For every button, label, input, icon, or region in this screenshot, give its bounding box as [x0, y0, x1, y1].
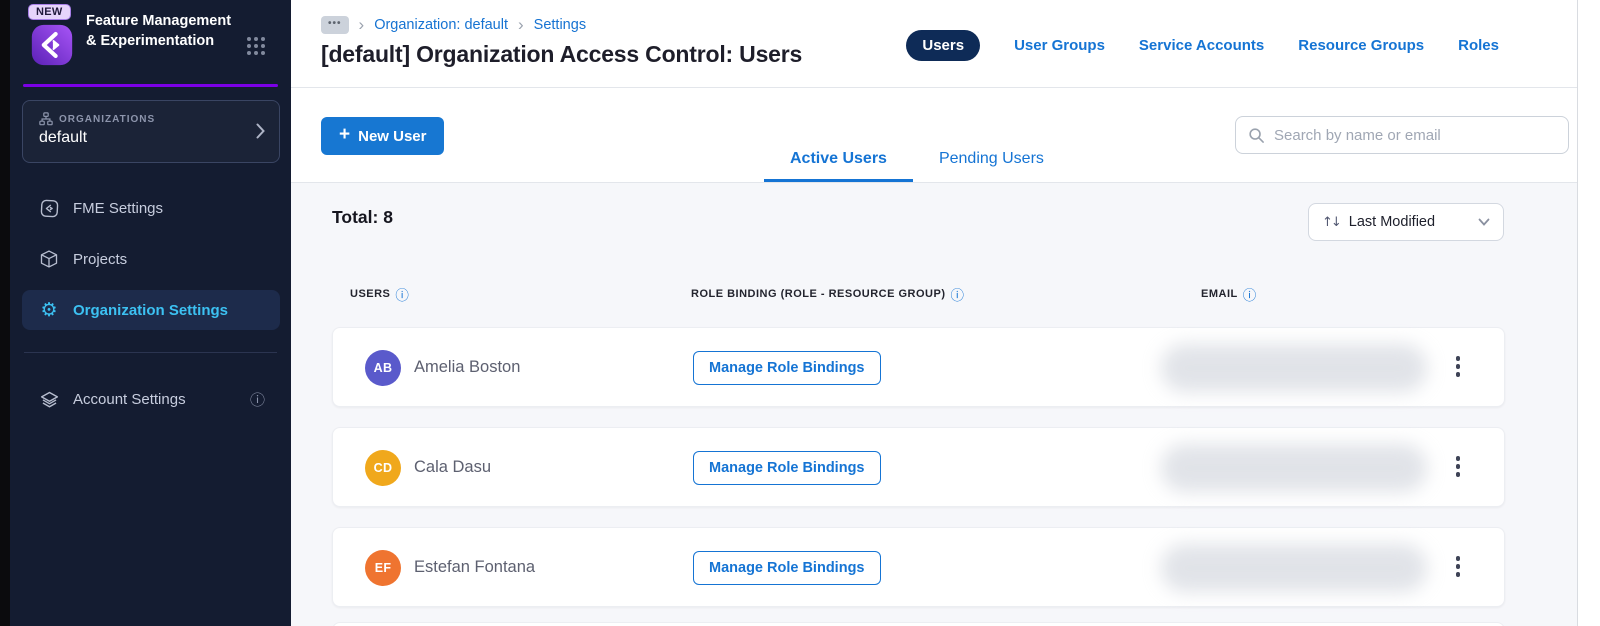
- chevron-separator-icon: ›: [518, 14, 524, 34]
- breadcrumb-link-organization[interactable]: Organization: default: [374, 17, 508, 33]
- column-header-role-binding: ROLE BINDING (ROLE - RESOURCE GROUP) ⓘ: [691, 284, 964, 304]
- app-switcher-grid-icon[interactable]: [247, 37, 265, 55]
- plus-icon: +: [339, 124, 351, 145]
- gear-icon: ⚙: [40, 298, 58, 321]
- sort-selected-value: Last Modified: [1348, 214, 1436, 230]
- sidebar-header: NEW Feature Management & Experimentation: [10, 0, 291, 84]
- sidebar-accent-divider: [23, 84, 278, 87]
- projects-cube-icon: [38, 249, 60, 269]
- tab-users[interactable]: Users: [906, 30, 981, 61]
- organizations-label: ORGANIZATIONS: [59, 113, 156, 125]
- app-window: NEW Feature Management & Experimentation: [0, 0, 1600, 626]
- chevron-right-icon: [256, 123, 265, 139]
- fme-settings-icon: [38, 198, 60, 219]
- organization-name: default: [39, 129, 88, 146]
- app-title: Feature Management & Experimentation: [86, 13, 232, 49]
- sidebar-item-account-settings[interactable]: Account Settings ⓘ: [10, 379, 291, 419]
- sidebar-item-projects[interactable]: Projects: [10, 239, 291, 279]
- page-title: [default] Organization Access Control: U…: [321, 41, 803, 67]
- app-logo-icon: [31, 24, 73, 66]
- chevron-down-icon: [1478, 218, 1490, 226]
- new-badge: NEW: [28, 4, 71, 20]
- sidebar: NEW Feature Management & Experimentation: [10, 0, 291, 626]
- user-name: Cala Dasu: [414, 458, 492, 476]
- sidebar-nav: FME Settings Projects ⚙ Organization Set…: [10, 188, 291, 419]
- tab-roles[interactable]: Roles: [1458, 37, 1499, 54]
- tab-user-groups[interactable]: User Groups: [1014, 37, 1105, 54]
- chevron-separator-icon: ›: [358, 14, 365, 34]
- tab-service-accounts[interactable]: Service Accounts: [1139, 37, 1264, 54]
- breadcrumb-ellipsis[interactable]: •••: [321, 16, 349, 34]
- search-icon: [1249, 127, 1264, 143]
- column-header-users: USERS ⓘ: [350, 284, 409, 304]
- sidebar-item-fme-settings[interactable]: FME Settings: [10, 188, 291, 228]
- sidebar-item-label: Organization Settings: [73, 301, 229, 319]
- info-icon[interactable]: ⓘ: [951, 284, 965, 304]
- tab-resource-groups[interactable]: Resource Groups: [1298, 37, 1424, 54]
- breadcrumb: ••• › Organization: default › Settings: [321, 16, 586, 34]
- user-state-tabs: Active Users Pending Users: [764, 136, 1070, 182]
- search-box[interactable]: [1235, 116, 1569, 154]
- manage-role-bindings-button[interactable]: Manage Role Bindings: [693, 551, 881, 585]
- layers-icon: [38, 389, 60, 410]
- sidebar-divider: [24, 352, 277, 353]
- organization-icon: [39, 112, 53, 126]
- info-icon[interactable]: ⓘ: [395, 284, 409, 304]
- manage-role-bindings-button[interactable]: Manage Role Bindings: [693, 451, 881, 485]
- kebab-menu-icon[interactable]: [1454, 554, 1463, 579]
- redacted-email: [1161, 444, 1427, 492]
- access-control-tabs: Users User Groups Service Accounts Resou…: [906, 30, 1499, 61]
- redacted-email: [1161, 544, 1427, 592]
- manage-role-bindings-button[interactable]: Manage Role Bindings: [693, 351, 881, 385]
- sidebar-item-organization-settings[interactable]: ⚙ Organization Settings: [22, 290, 280, 330]
- avatar: CD: [365, 450, 401, 486]
- organization-selector[interactable]: ORGANIZATIONS default: [22, 100, 280, 163]
- sidebar-item-label: Projects: [73, 250, 128, 268]
- total-count: Total: 8: [332, 207, 393, 227]
- background-edge: [0, 0, 10, 626]
- table-row-partial: [332, 622, 1505, 626]
- table-row: AB Amelia Boston Manage Role Bindings: [332, 327, 1505, 407]
- table-row: CD Cala Dasu Manage Role Bindings: [332, 427, 1505, 507]
- users-list-section: Total: 8 ↑↓ Last Modified USERS ⓘ ROLE B…: [291, 183, 1577, 626]
- sort-arrows-icon: ↑↓: [1322, 214, 1342, 230]
- sidebar-item-label: FME Settings: [73, 199, 164, 217]
- search-input[interactable]: [1274, 126, 1556, 144]
- new-user-button[interactable]: + New User: [321, 117, 445, 155]
- user-name: Estefan Fontana: [414, 558, 536, 576]
- main-area: ••• › Organization: default › Settings […: [291, 0, 1578, 626]
- toolbar: + New User Active Users Pending Users: [291, 88, 1577, 183]
- redacted-email: [1161, 344, 1427, 392]
- avatar: EF: [365, 550, 401, 586]
- kebab-menu-icon[interactable]: [1454, 454, 1463, 479]
- sort-dropdown[interactable]: ↑↓ Last Modified: [1308, 203, 1504, 241]
- kebab-menu-icon[interactable]: [1454, 354, 1463, 379]
- page-header: ••• › Organization: default › Settings […: [291, 0, 1577, 88]
- tab-pending-users[interactable]: Pending Users: [913, 136, 1070, 182]
- user-name: Amelia Boston: [414, 358, 521, 376]
- table-row: EF Estefan Fontana Manage Role Bindings: [332, 527, 1505, 607]
- info-icon[interactable]: ⓘ: [1243, 284, 1257, 304]
- user-rows: AB Amelia Boston Manage Role Bindings CD…: [332, 327, 1505, 626]
- avatar: AB: [365, 350, 401, 386]
- info-icon[interactable]: ⓘ: [250, 389, 265, 410]
- column-header-email: EMAIL ⓘ: [1201, 284, 1256, 304]
- sidebar-item-label: Account Settings: [73, 390, 186, 408]
- tab-active-users[interactable]: Active Users: [764, 136, 913, 182]
- breadcrumb-link-settings[interactable]: Settings: [534, 17, 586, 33]
